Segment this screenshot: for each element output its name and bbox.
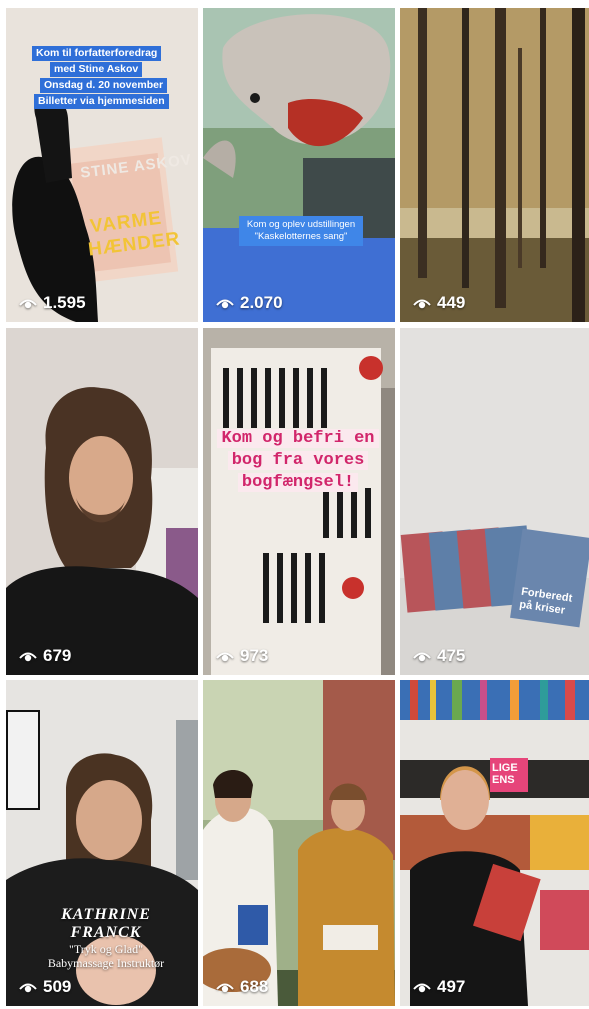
view-count: 973: [216, 646, 268, 666]
reel-tile-6[interactable]: Forberedt på kriser 475: [400, 328, 589, 675]
thumbnail-book-prison: [203, 328, 395, 675]
caption-line: "Kaskelotternes sang": [254, 231, 348, 242]
view-count: 497: [413, 977, 465, 997]
view-count-value: 449: [437, 293, 466, 312]
eye-icon: [216, 652, 234, 662]
caption-line: med Stine Askov: [50, 62, 143, 77]
instructor-role: Babymassage Instruktør: [47, 956, 165, 970]
instructor-subtitle: "Tryk og Glad": [68, 942, 144, 956]
instructor-caption: KATHRINE FRANCK "Tryk og Glad" Babymassa…: [26, 906, 186, 970]
thumbnail-whale-exhibition: [203, 8, 395, 322]
caption-line: Billetter via hjemmesiden: [34, 94, 169, 109]
eye-icon: [216, 299, 234, 309]
view-count: 679: [19, 646, 71, 666]
overlay-line: bogfængsel!: [237, 473, 359, 492]
reel-tile-1[interactable]: Kom til forfatterforedrag med Stine Asko…: [6, 8, 198, 322]
reel-tile-9[interactable]: LIGE ENS 497: [400, 680, 589, 1006]
reel-tile-2[interactable]: Kom og oplev udstillingen "Kaskelotterne…: [203, 8, 395, 322]
view-count-value: 2.070: [240, 293, 283, 312]
view-count-value: 475: [437, 646, 466, 665]
eye-icon: [216, 983, 234, 993]
reel-tile-3[interactable]: 449: [400, 8, 589, 322]
thumbnail-two-readers: [203, 680, 395, 1006]
eye-icon: [413, 652, 431, 662]
reel-tile-4[interactable]: 679: [6, 328, 198, 675]
thumbnail-librarian-shelves: [400, 680, 589, 1006]
view-count-value: 1.595: [43, 293, 86, 312]
view-count-value: 679: [43, 646, 72, 665]
caption-line: Kom til forfatterforedrag: [32, 46, 162, 61]
view-count: 475: [413, 646, 465, 666]
shelf-sign: LIGE ENS: [492, 762, 518, 786]
view-count: 509: [19, 977, 71, 997]
view-count-value: 509: [43, 977, 72, 996]
thumbnail-crisis-leaflets: [400, 328, 589, 675]
view-count: 688: [216, 977, 268, 997]
view-count-value: 688: [240, 977, 269, 996]
eye-icon: [413, 299, 431, 309]
reel-tile-7[interactable]: KATHRINE FRANCK "Tryk og Glad" Babymassa…: [6, 680, 198, 1006]
view-count-value: 497: [437, 977, 466, 996]
view-count: 1.595: [19, 293, 86, 313]
view-count: 2.070: [216, 293, 283, 313]
view-count-value: 973: [240, 646, 269, 665]
reels-grid: Kom til forfatterforedrag med Stine Asko…: [6, 8, 589, 1006]
thumbnail-man-portrait: [6, 328, 198, 675]
eye-icon: [19, 983, 37, 993]
overlay-line: bog fra vores: [227, 451, 369, 470]
eye-icon: [19, 299, 37, 309]
eye-icon: [413, 983, 431, 993]
reel-tile-5[interactable]: Kom og befri en bog fra vores bogfængsel…: [203, 328, 395, 675]
view-count: 449: [413, 293, 465, 313]
eye-icon: [19, 652, 37, 662]
reel-tile-8[interactable]: 688: [203, 680, 395, 1006]
instructor-name: KATHRINE FRANCK: [61, 906, 151, 941]
overlay-line: Kom og befri en: [217, 429, 379, 448]
caption-line: Onsdag d. 20 november: [40, 78, 168, 93]
promo-overlay-text: Kom og befri en bog fra vores bogfængsel…: [211, 428, 385, 494]
caption-box: Kom og oplev udstillingen "Kaskelotterne…: [239, 216, 363, 246]
thumbnail-forest: [400, 8, 589, 322]
caption-line: Kom og oplev udstillingen: [246, 219, 356, 230]
